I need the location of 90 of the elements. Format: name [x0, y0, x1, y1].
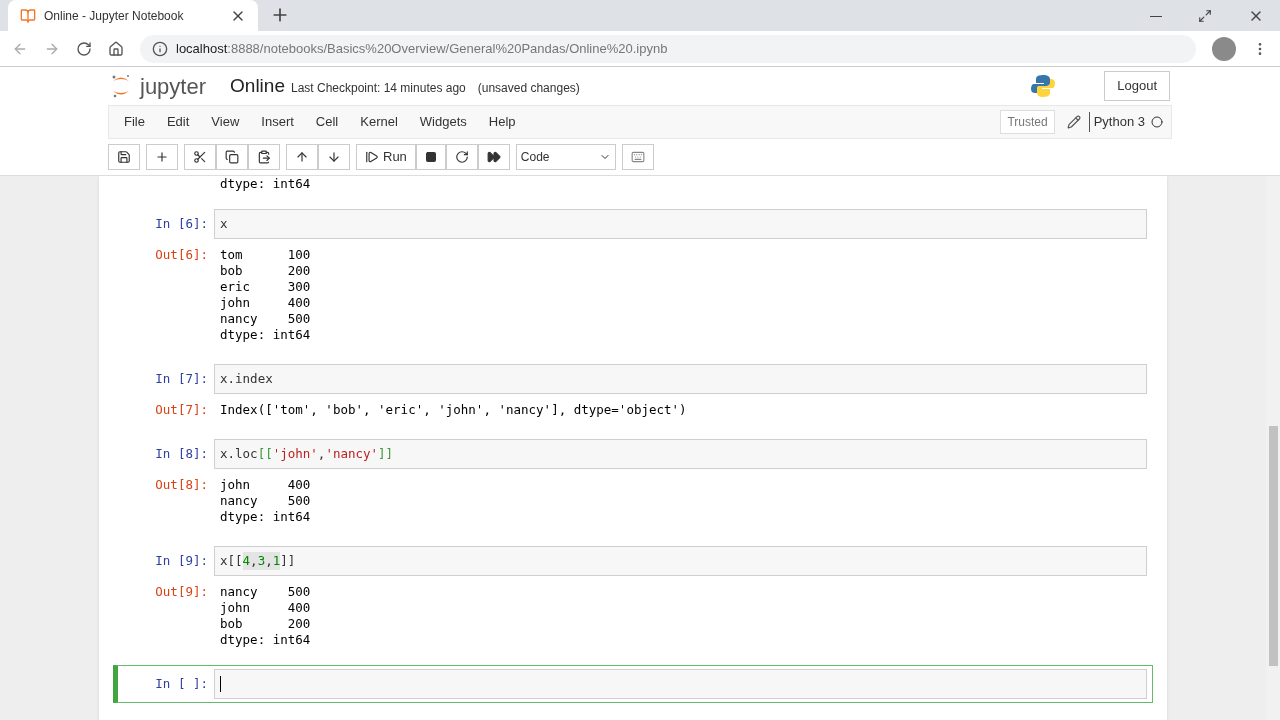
input-prompt: In [9]: — [154, 551, 209, 570]
avatar[interactable] — [1212, 36, 1236, 61]
move-down-button[interactable] — [318, 144, 350, 170]
menu-item[interactable]: Kernel — [349, 112, 409, 132]
maximize-icon — [1198, 9, 1212, 23]
text-cursor — [220, 676, 221, 692]
keyboard-icon — [630, 150, 645, 164]
logout-button[interactable]: Logout — [1104, 71, 1170, 101]
kernel-name[interactable]: Python 3 — [1088, 112, 1145, 132]
stop-button[interactable] — [415, 144, 446, 170]
save-status: (unsaved changes) — [477, 80, 580, 97]
output-text: tom 100 — [220, 247, 311, 263]
output-prompt: Out[8]: — [154, 477, 209, 494]
code-input[interactable]: x[[4,3,1]] — [214, 546, 1147, 576]
browser-tab[interactable]: Online - Jupyter Notebook — [8, 0, 258, 31]
notebook-cell[interactable]: In [9]: x[[4,3,1]] Out[9]: nancy 500 john 400 bob 200 dtype: int64 — [113, 542, 1153, 652]
trusted-indicator[interactable]: Trusted — [1000, 110, 1055, 134]
run-button[interactable]: Run — [356, 144, 416, 170]
keyboard-button[interactable] — [621, 144, 654, 170]
run-all-button[interactable] — [477, 144, 510, 170]
pencil-icon — [1066, 115, 1081, 129]
jupyter-logo-icon — [110, 73, 132, 99]
menu-item[interactable]: File — [113, 112, 156, 132]
output-text: john 400 — [220, 600, 311, 616]
notebook-cell[interactable]: In [6]: x Out[6]: tom 100 bob 200 eric 300 john 400 nancy 500 dtype: int64 — [113, 205, 1153, 347]
fast-forward-icon — [486, 150, 501, 164]
output-text: bob 200 — [220, 616, 311, 632]
url-text: localhost:8888/notebooks/Basics%20Overview/General%20Pandas/Online%20.ipynb — [176, 39, 668, 58]
output-text: john 400 — [220, 477, 311, 493]
code-input[interactable]: x — [214, 209, 1147, 239]
notebook-cell[interactable]: In [7]: x.index Out[7]: Index(['tom', 'bob', 'eric', 'john', 'nancy'], dtype='object') — [113, 360, 1153, 422]
input-prompt: In [6]: — [154, 214, 209, 233]
notebook-icon — [20, 7, 36, 24]
cut-button[interactable] — [184, 144, 216, 170]
output-prompt: Out[6]: — [154, 247, 209, 264]
menu-item[interactable]: Edit — [155, 112, 201, 132]
output-text: dtype: int64 — [220, 327, 311, 343]
output-text: Index(['tom', 'bob', 'eric', 'john', 'nancy'], dtype='object') — [220, 402, 687, 418]
info-icon — [152, 40, 168, 57]
step-icon — [365, 150, 379, 164]
restart-button[interactable] — [445, 144, 478, 170]
output-text: dtype: int64 — [220, 176, 312, 192]
python-logo-icon — [1030, 73, 1057, 99]
arrow-up-icon — [295, 150, 309, 164]
input-prompt: In [ ]: — [154, 674, 209, 693]
input-prompt: In [8]: — [154, 444, 209, 463]
stop-icon — [424, 151, 437, 163]
arrow-down-icon — [327, 150, 341, 164]
menu-item[interactable]: Insert — [250, 112, 305, 132]
cell-type-dropdown[interactable]: Code — [515, 144, 616, 170]
move-up-button[interactable] — [286, 144, 318, 170]
menu-item[interactable]: Widgets — [408, 112, 478, 132]
copy-button[interactable] — [216, 144, 248, 170]
save-button[interactable] — [108, 144, 140, 170]
checkpoint-text: Last Checkpoint: 14 minutes ago — [290, 80, 466, 97]
save-icon — [117, 150, 131, 164]
menu-item[interactable]: Cell — [304, 112, 350, 132]
menu-item[interactable]: Help — [477, 112, 527, 132]
output-text: nancy 500 — [220, 493, 311, 509]
home-icon — [108, 40, 124, 57]
output-prompt: Out[9]: — [154, 584, 209, 601]
notebook-cell[interactable]: In [ ]: — [113, 665, 1153, 703]
input-prompt: In [7]: — [154, 369, 209, 388]
paste-icon — [257, 150, 271, 164]
output-text: eric 300 — [220, 279, 311, 295]
output-text: dtype: int64 — [220, 632, 311, 648]
output-prompt: Out[7]: — [154, 402, 209, 418]
plus-icon — [155, 150, 169, 164]
output-text: nancy 500 — [220, 311, 311, 327]
jupyter-wordmark[interactable]: jupyter — [140, 69, 207, 103]
notebook-name[interactable]: Online — [230, 71, 285, 101]
add-cell-button[interactable] — [146, 144, 178, 170]
reload-icon — [76, 40, 92, 57]
kernel-idle-icon — [1151, 116, 1163, 128]
output-text: bob 200 — [220, 263, 311, 279]
code-input[interactable] — [214, 669, 1147, 699]
tab-title: Online - Jupyter Notebook — [44, 7, 185, 25]
output-text: nancy 500 — [220, 584, 311, 600]
scissors-icon — [193, 150, 207, 164]
paste-button[interactable] — [248, 144, 280, 170]
code-input[interactable]: x.loc[['john','nancy']] — [214, 439, 1147, 469]
notebook-cell[interactable]: In [8]: x.loc[['john','nancy']] Out[8]: john 400 nancy 500 dtype: int64 — [113, 435, 1153, 529]
address-field[interactable]: localhost:8888/notebooks/Basics%20Overview/General%20Pandas/Online%20.ipynb — [140, 34, 1196, 63]
output-text: dtype: int64 — [220, 509, 311, 525]
minimize-icon[interactable] — [1150, 15, 1162, 17]
restart-icon — [454, 150, 469, 164]
output-text: john 400 — [220, 295, 311, 311]
code-input[interactable]: x.index — [214, 364, 1147, 394]
copy-icon — [225, 150, 239, 164]
menu-item[interactable]: View — [200, 112, 251, 132]
